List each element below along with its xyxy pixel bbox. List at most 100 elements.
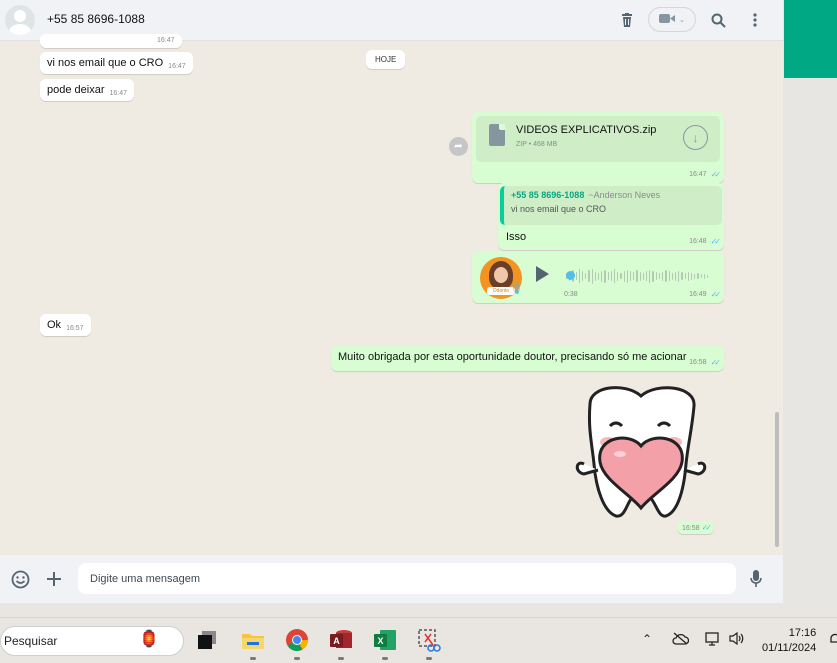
cloud-offline-icon[interactable] xyxy=(672,632,690,648)
snipping-tool-icon[interactable] xyxy=(417,628,441,652)
download-button[interactable]: ↓ xyxy=(683,125,708,150)
voice-record-button[interactable] xyxy=(746,569,766,589)
message-time: 16:48 xyxy=(689,238,707,245)
emoji-icon xyxy=(11,570,29,588)
message-in[interactable]: vi nos email que o CRO 16:47 xyxy=(40,52,193,74)
waveform-bar xyxy=(697,273,699,279)
search-highlight-icon: 🏮 xyxy=(139,631,159,648)
menu-dots-icon[interactable] xyxy=(745,10,765,30)
background-window-accent xyxy=(784,0,837,78)
sticker-time-chip: 16:58 ✓✓ xyxy=(677,521,714,534)
taskbar-search[interactable]: Pesquisar 🏮 xyxy=(0,626,184,656)
read-ticks-icon: ✓✓ xyxy=(710,290,722,299)
file-explorer-icon[interactable] xyxy=(241,628,265,652)
svg-text:X: X xyxy=(377,636,383,646)
waveform-bar xyxy=(582,271,584,281)
audio-waveform[interactable] xyxy=(566,268,709,284)
waveform-bar xyxy=(674,271,677,281)
waveform-bar xyxy=(633,272,635,280)
waveform-bar xyxy=(607,272,609,280)
waveform-bar xyxy=(594,271,597,281)
message-input[interactable] xyxy=(78,563,736,594)
waveform-bar xyxy=(706,274,709,278)
waveform-bar xyxy=(652,270,654,282)
clock-time: 17:16 xyxy=(788,627,817,639)
waveform-bar xyxy=(681,272,683,280)
waveform-bar xyxy=(585,273,587,279)
message-out[interactable]: Muito obrigada por esta oportunidade dou… xyxy=(331,346,724,371)
waveform-bar xyxy=(703,273,705,279)
waveform-bar xyxy=(649,269,651,283)
message-time: 16:49 xyxy=(689,291,707,298)
trash-icon[interactable] xyxy=(617,10,637,30)
chat-scrollbar[interactable] xyxy=(775,412,779,547)
quoted-author-alias: ~Anderson Neves xyxy=(588,190,661,200)
message-text: Muito obrigada por esta oportunidade dou… xyxy=(338,351,687,363)
tooth-heart-sticker[interactable] xyxy=(570,384,712,519)
plus-icon xyxy=(47,572,61,586)
waveform-bar xyxy=(604,269,606,283)
attach-button[interactable] xyxy=(44,569,64,589)
waveform-bar xyxy=(578,269,581,283)
waveform-bar xyxy=(620,273,622,279)
date-divider: HOJE xyxy=(366,50,406,69)
waveform-bar xyxy=(591,268,593,284)
file-meta: ZIP • 468 MB xyxy=(516,141,558,148)
waveform-bar xyxy=(658,273,661,279)
message-in-partial: 16:47 xyxy=(40,34,182,48)
forward-button[interactable]: ➦ xyxy=(449,137,468,156)
search-icon[interactable] xyxy=(708,10,728,30)
waveform-bar xyxy=(700,274,702,278)
message-time: 16:58 xyxy=(689,359,707,366)
clock-date: 01/11/2024 xyxy=(762,642,817,654)
waveform-bar xyxy=(662,271,664,281)
message-in[interactable]: Ok 16:57 xyxy=(40,314,91,336)
read-ticks-icon: ✓✓ xyxy=(710,170,722,179)
notification-bell-icon[interactable] xyxy=(829,632,837,649)
waveform-bar xyxy=(678,270,680,282)
audio-progress-handle[interactable] xyxy=(566,271,575,280)
show-hidden-icons-chevron-up-icon[interactable]: ⌃ xyxy=(642,632,652,646)
waveform-bar xyxy=(623,270,625,282)
file-card[interactable]: VIDEOS EXPLICATIVOS.zip ZIP • 468 MB ↓ xyxy=(476,116,720,162)
quoted-text: vi nos email que o CRO xyxy=(511,204,607,214)
read-ticks-icon: ✓✓ xyxy=(710,237,722,246)
document-icon xyxy=(489,124,505,146)
excel-icon[interactable]: X xyxy=(373,628,397,652)
quoted-author: +55 85 8696-1088 xyxy=(511,190,585,200)
task-view-icon[interactable] xyxy=(196,628,220,652)
download-icon: ↓ xyxy=(692,130,699,145)
message-time: 16:47 xyxy=(689,171,707,178)
mic-icon: 🎙 xyxy=(509,283,523,295)
waveform-bar xyxy=(575,272,577,280)
read-ticks-icon: ✓✓ xyxy=(710,358,722,367)
message-in[interactable]: pode deixar 16:47 xyxy=(40,79,135,101)
file-name: VIDEOS EXPLICATIVOS.zip xyxy=(516,124,657,136)
waveform-bar xyxy=(626,269,629,283)
access-icon[interactable]: A xyxy=(329,628,353,652)
waveform-bar xyxy=(642,272,645,280)
microphone-icon xyxy=(750,570,762,587)
waveform-bar xyxy=(614,269,616,283)
network-icon[interactable] xyxy=(704,632,721,649)
contact-avatar[interactable] xyxy=(5,5,35,35)
video-call-button[interactable]: ⌄ xyxy=(648,7,696,32)
svg-text:A: A xyxy=(333,636,340,646)
quoted-message[interactable]: +55 85 8696-1088 ~Anderson Neves vi nos e… xyxy=(500,186,722,225)
taskbar: Pesquisar 🏮 A X ⌃ 17:16 01/11/2024 xyxy=(0,617,837,663)
play-button[interactable] xyxy=(536,266,549,282)
waveform-bar xyxy=(690,272,693,280)
composer xyxy=(0,555,783,603)
waveform-bar xyxy=(639,271,641,281)
waveform-bar xyxy=(636,270,638,282)
system-clock[interactable]: 17:16 01/11/2024 xyxy=(762,626,816,656)
chrome-icon[interactable] xyxy=(285,628,309,652)
emoji-button[interactable] xyxy=(10,569,30,589)
volume-icon[interactable] xyxy=(729,631,745,648)
contact-name[interactable]: +55 85 8696-1088 xyxy=(47,12,145,26)
chevron-down-icon: ⌄ xyxy=(679,16,685,24)
waveform-bar xyxy=(610,271,613,281)
read-ticks-icon: ✓✓ xyxy=(701,523,713,532)
message-text: Isso xyxy=(506,231,527,243)
waveform-bar xyxy=(687,271,689,281)
